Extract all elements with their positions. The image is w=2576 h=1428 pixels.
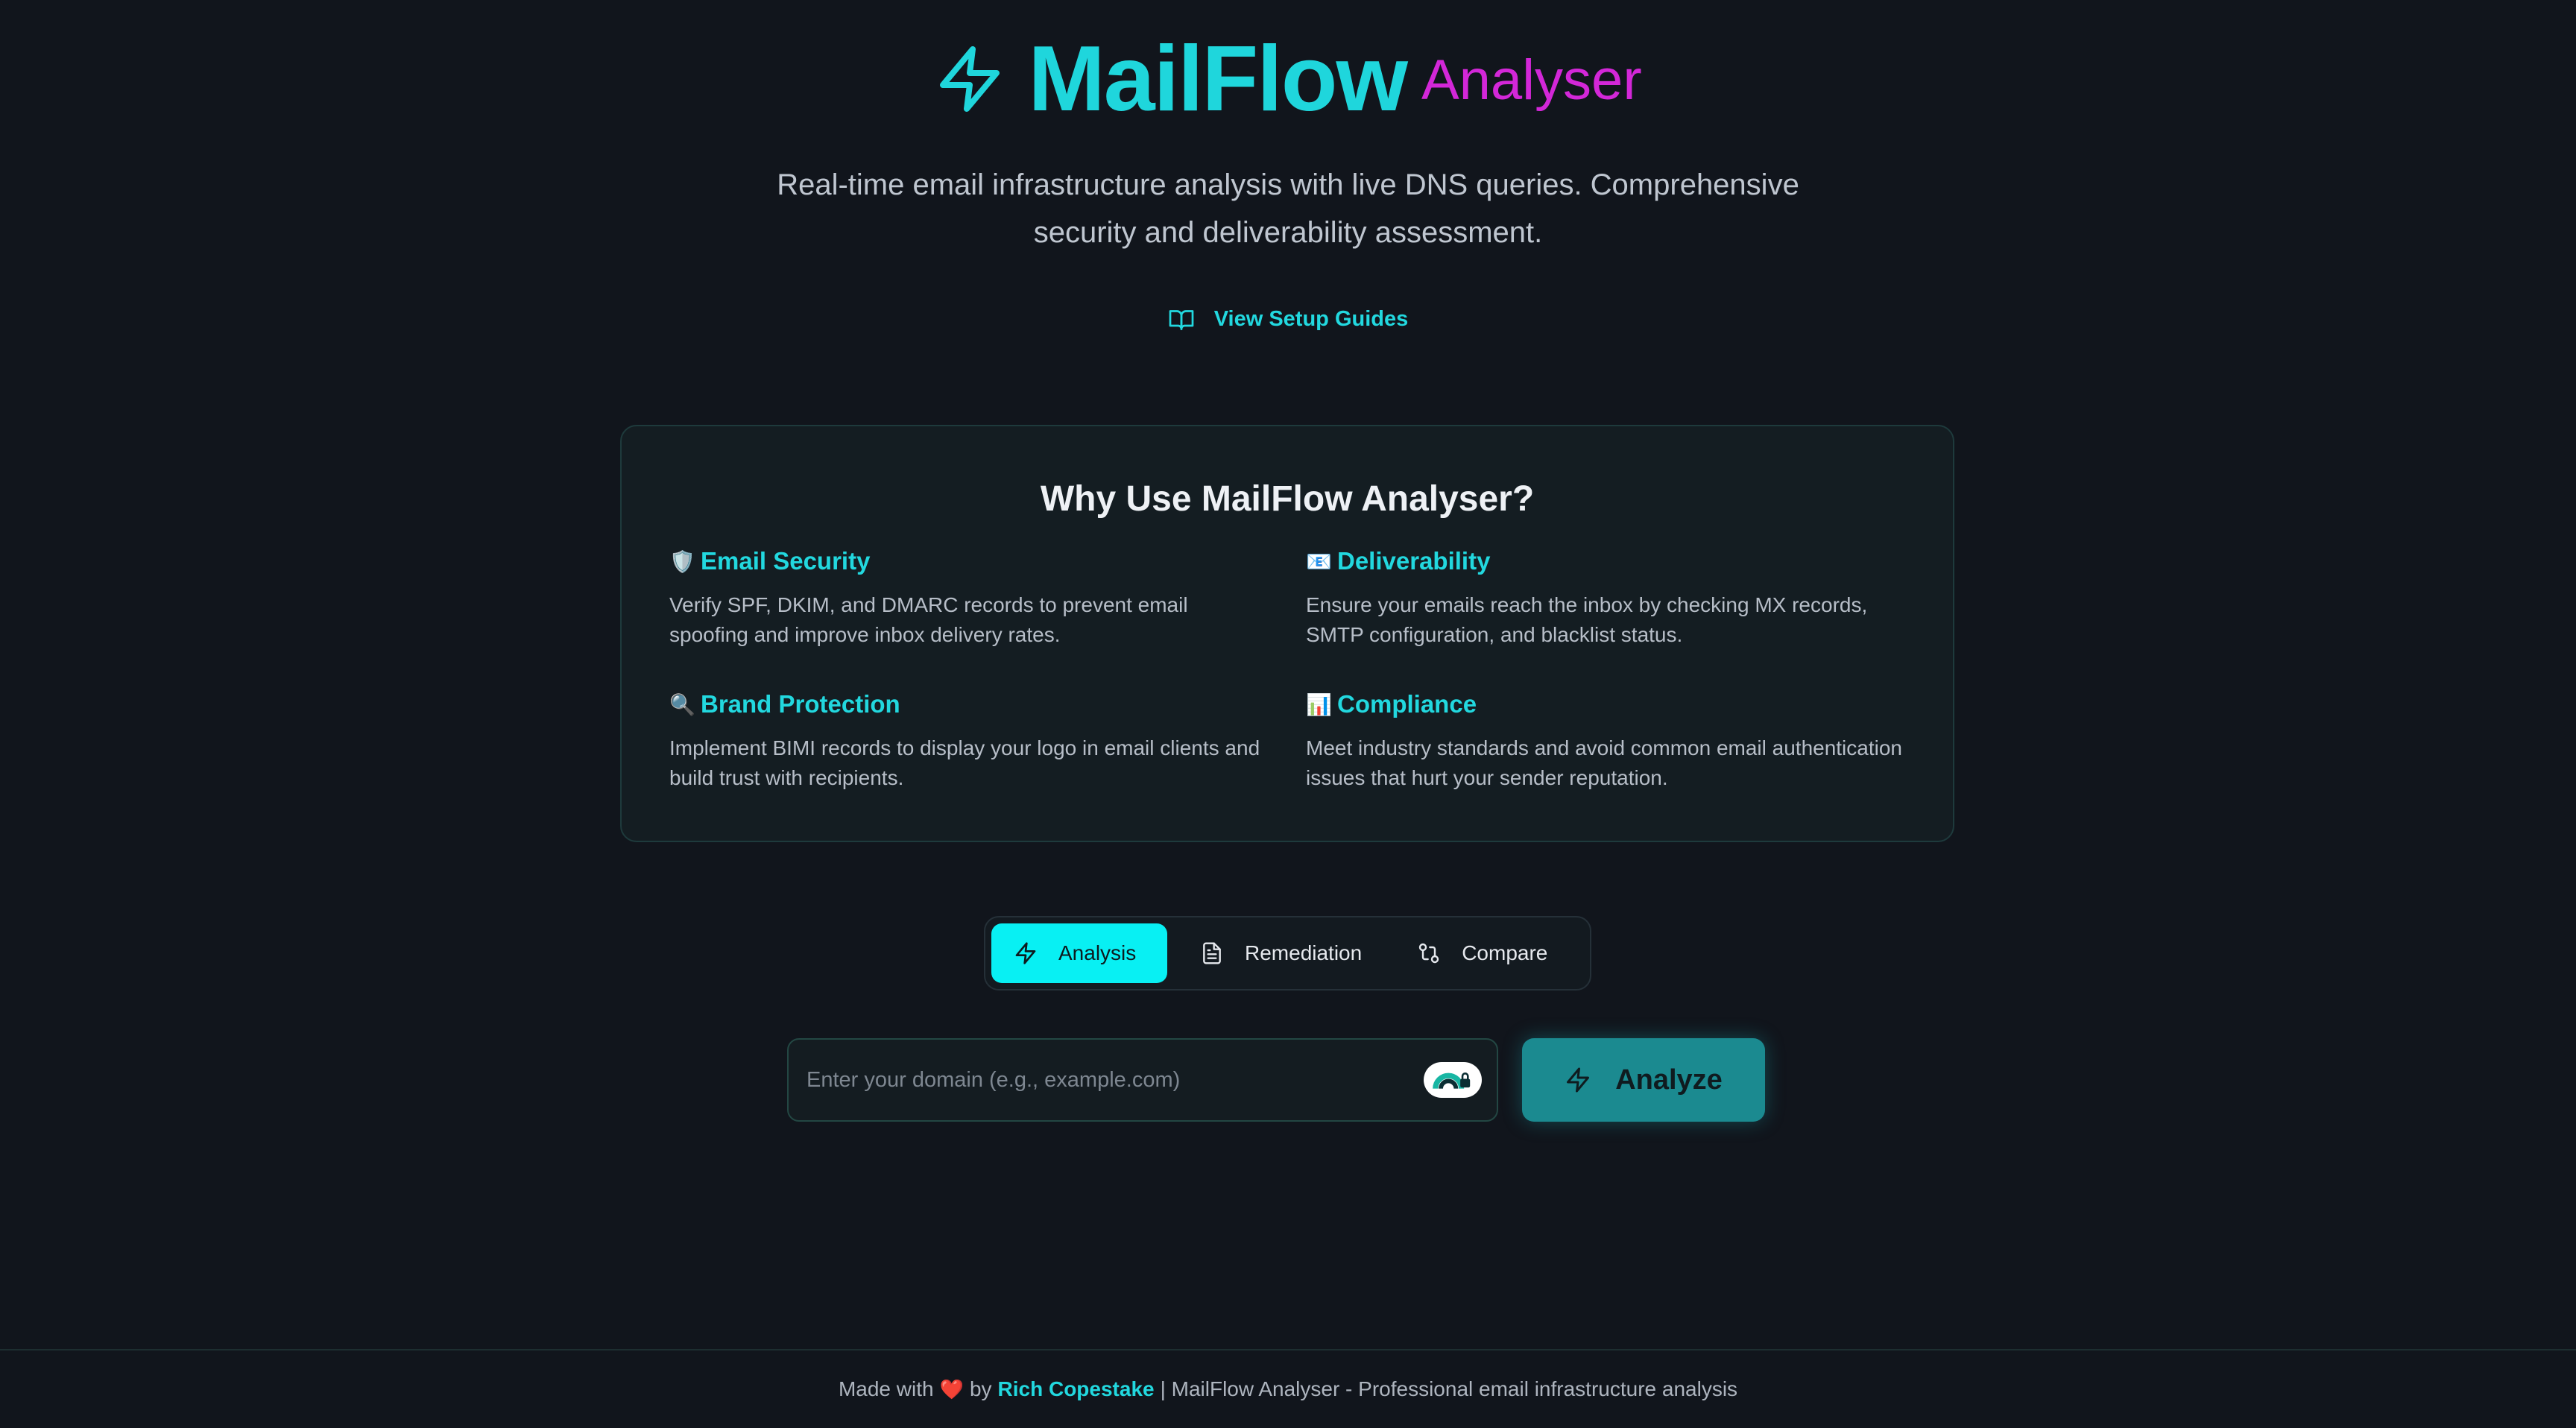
footer: Made with ❤️ by Rich Copestake | MailFlo… [0, 1349, 2576, 1428]
feature-brand-protection: 🔍 Brand Protection Implement BIMI record… [669, 690, 1266, 793]
why-use-card: Why Use MailFlow Analyser? 🛡️ Email Secu… [620, 425, 1954, 842]
feature-email-security: 🛡️ Email Security Verify SPF, DKIM, and … [669, 547, 1266, 650]
git-compare-icon [1419, 943, 1439, 964]
feature-title: Email Security [701, 547, 871, 575]
analyze-label: Analyze [1615, 1064, 1723, 1096]
tab-label: Analysis [1058, 941, 1137, 964]
tagline: Real-time email infrastructure analysis … [777, 168, 1799, 249]
tab-label: Compare [1462, 941, 1548, 964]
feature-title: Brand Protection [701, 690, 900, 718]
tab-compare[interactable]: Compare [1395, 923, 1570, 983]
envelope-icon: 📧 [1306, 549, 1332, 573]
feature-title: Deliverability [1337, 547, 1491, 575]
feature-compliance: 📊 Compliance Meet industry standards and… [1306, 690, 1902, 793]
feature-description: Ensure your emails reach the inbox by ch… [1306, 593, 1868, 646]
file-text-icon [1203, 942, 1221, 964]
author-link[interactable]: Rich Copestake [998, 1377, 1155, 1401]
view-setup-guides-label: View Setup Guides [1213, 306, 1409, 331]
view-setup-guides-link[interactable]: View Setup Guides [0, 306, 2576, 332]
lightning-bolt-icon [940, 46, 1000, 112]
password-manager-icon[interactable] [1424, 1062, 1482, 1098]
feature-title: Compliance [1337, 690, 1477, 718]
book-open-icon [1169, 310, 1194, 330]
tab-label: Remediation [1245, 941, 1363, 964]
lightning-bolt-icon [1015, 942, 1036, 964]
brand-title: MailFlow [1028, 28, 1408, 130]
analyze-button[interactable]: Analyze [1522, 1038, 1765, 1122]
bar-chart-icon: 📊 [1306, 692, 1332, 716]
page: MailFlow Analyser Real-time email infras… [0, 0, 2576, 1428]
feature-description: Implement BIMI records to display your l… [669, 736, 1260, 789]
feature-deliverability: 📧 Deliverability Ensure your emails reac… [1306, 547, 1902, 650]
shield-icon: 🛡️ [669, 549, 695, 573]
footer-made-with: Made with [838, 1377, 934, 1400]
heart-icon: ❤️ [939, 1377, 964, 1400]
lightning-bolt-icon [1567, 1067, 1590, 1093]
brand-subtitle: Analyser [1421, 48, 1642, 112]
tab-remediation[interactable]: Remediation [1178, 923, 1384, 983]
why-title: Why Use MailFlow Analyser? [1040, 479, 1535, 519]
footer-by: by [969, 1377, 992, 1400]
footer-suffix: | MailFlow Analyser - Professional email… [1160, 1377, 1738, 1400]
brand-header: MailFlow Analyser [0, 33, 2576, 125]
tab-analysis[interactable]: Analysis [991, 923, 1167, 983]
domain-input-wrapper [787, 1038, 1498, 1122]
feature-description: Verify SPF, DKIM, and DMARC records to p… [669, 593, 1188, 646]
magnifier-icon: 🔍 [669, 692, 695, 716]
mode-tabs: Analysis Remediation Compare [984, 916, 1591, 991]
feature-description: Meet industry standards and avoid common… [1306, 736, 1902, 789]
domain-input[interactable] [789, 1039, 1424, 1121]
password-manager-glyph [1433, 1072, 1471, 1089]
